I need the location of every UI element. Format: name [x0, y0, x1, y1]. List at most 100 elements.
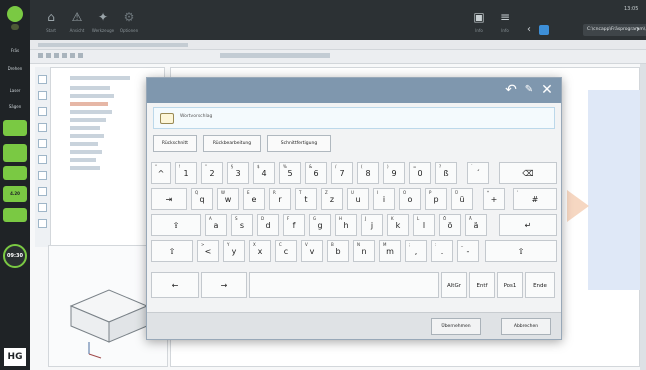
key-char-r3c2[interactable]: yY [223, 240, 245, 262]
toolbar-icon[interactable] [54, 53, 59, 58]
sidebar-green-tool-4[interactable] [3, 208, 27, 222]
key-tab-r1c0[interactable]: ⇥ [151, 188, 187, 210]
key-char-r1c9[interactable]: oO [399, 188, 421, 210]
settings-icon[interactable]: ⚙ [120, 8, 138, 26]
sidebar-badge-1[interactable]: 4.20 [3, 186, 27, 202]
key-char-r1c7[interactable]: uU [347, 188, 369, 210]
key-altgr-r4c3[interactable]: AltGr [441, 272, 467, 298]
key-char-r2c9[interactable]: lL [413, 214, 435, 236]
key-char-r2c2[interactable]: sS [231, 214, 253, 236]
key-space-r4c2[interactable] [249, 272, 439, 298]
next-arrow-icon[interactable]: › [636, 24, 640, 35]
key-char-r1c5[interactable]: tT [295, 188, 317, 210]
key-shift-r3c12[interactable]: ⇧ [485, 240, 557, 262]
tree-item[interactable] [70, 118, 106, 122]
key-char-r1c2[interactable]: wW [217, 188, 239, 210]
toolbar-icon[interactable] [62, 53, 67, 58]
cancel-button[interactable]: Abbrechen [501, 318, 551, 335]
machine-status-icon[interactable] [7, 6, 23, 22]
undo-icon[interactable]: ↶ [503, 81, 519, 99]
toolbar-view-icons[interactable] [220, 53, 330, 58]
tree-item[interactable] [70, 158, 96, 162]
toolbox-icon[interactable] [38, 91, 47, 100]
key-char-r3c6[interactable]: bB [327, 240, 349, 262]
key-char-r0c3[interactable]: 3 § [227, 162, 249, 184]
key-shift-r3c0[interactable]: ⇧ [151, 240, 193, 262]
key-char-r0c7[interactable]: 7/ [331, 162, 353, 184]
sidebar-green-tool-2[interactable] [3, 144, 27, 162]
warning-icon[interactable]: ⚠ [68, 8, 86, 26]
key-char-r0c9[interactable]: 9) [383, 162, 405, 184]
tree-item[interactable] [70, 94, 114, 98]
key-char-r2c6[interactable]: hH [335, 214, 357, 236]
key-char-r3c10[interactable]: .: [431, 240, 453, 262]
key-char-r0c4[interactable]: 4 $ [253, 162, 275, 184]
toolbox-icon[interactable] [38, 203, 47, 212]
home-icon[interactable]: ⌂ [42, 8, 60, 26]
key-char-r2c1[interactable]: aA [205, 214, 227, 236]
key-char-r2c3[interactable]: dD [257, 214, 279, 236]
sidebar-green-tool-1[interactable] [3, 120, 27, 136]
key-char-r3c11[interactable]: - _ [457, 240, 479, 262]
suggestion-button-2[interactable]: Schnittfertigung [267, 135, 331, 152]
sidebar-item-1[interactable]: Drehen [3, 62, 27, 76]
key-enter-r2c12[interactable]: ↵ [499, 214, 557, 236]
key-char-r1c3[interactable]: eE [243, 188, 265, 210]
toolbox-icon[interactable] [38, 75, 47, 84]
key-char-r0c10[interactable]: 0 = [409, 162, 431, 184]
key-char-r1c10[interactable]: pP [425, 188, 447, 210]
key-char-r0c11[interactable]: ß? [435, 162, 457, 184]
toolbox-icon[interactable] [38, 107, 47, 116]
key-caps-lock-r2c0[interactable]: ⇪ [151, 214, 201, 236]
key-char-r0c12[interactable]: ´ ` [467, 162, 489, 184]
key-char-r0c1[interactable]: 1! [175, 162, 197, 184]
apply-button[interactable]: Übernehmen [431, 318, 481, 335]
sidebar-green-tool-3[interactable] [3, 166, 27, 180]
tree-item[interactable] [70, 102, 108, 106]
key-backspace-r0c13[interactable]: ⌫ [499, 162, 557, 184]
tree-item[interactable] [70, 126, 100, 130]
toolbar-icon[interactable] [70, 53, 75, 58]
key-char-r2c5[interactable]: gG [309, 214, 331, 236]
key-char-r1c13[interactable]: # ' [513, 188, 557, 210]
tree-item[interactable] [70, 166, 100, 170]
key-char-r2c7[interactable]: jJ [361, 214, 383, 236]
keyboard-text-input[interactable]: Wortvorschlag [153, 107, 555, 129]
key-char-r1c6[interactable]: zZ [321, 188, 343, 210]
toolbox-icon[interactable] [38, 139, 47, 148]
toolbox-icon[interactable] [38, 171, 47, 180]
tree-item[interactable] [70, 142, 98, 146]
key-arrow-left-r4c0[interactable]: ← [151, 272, 199, 298]
key-char-r3c4[interactable]: cC [275, 240, 297, 262]
close-icon[interactable]: ✕ [539, 81, 555, 99]
sidebar-badge-2[interactable]: 09:30 [3, 244, 27, 268]
sidebar-item-2[interactable]: Laser [3, 84, 27, 98]
tree-item[interactable] [70, 110, 112, 114]
tree-item[interactable] [70, 134, 104, 138]
key-char-r0c5[interactable]: 5% [279, 162, 301, 184]
toolbar-icon[interactable] [46, 53, 51, 58]
key-char-r1c1[interactable]: qQ [191, 188, 213, 210]
key-arrow-right-r4c1[interactable]: → [201, 272, 247, 298]
key-char-r3c3[interactable]: xX [249, 240, 271, 262]
key-char-r1c12[interactable]: + * [483, 188, 505, 210]
key-char-r1c8[interactable]: iI [373, 188, 395, 210]
key-home-r4c5[interactable]: Pos1 [497, 272, 523, 298]
toolbar-icon[interactable] [38, 53, 43, 58]
tool-icon[interactable]: ✦ [94, 8, 112, 26]
document-icon[interactable]: ≡ [496, 8, 514, 26]
key-char-r0c6[interactable]: 6 & [305, 162, 327, 184]
key-char-r1c4[interactable]: rR [269, 188, 291, 210]
key-char-r2c8[interactable]: kK [387, 214, 409, 236]
tree-item[interactable] [70, 86, 110, 90]
key-char-r1c11[interactable]: üÜ [451, 188, 473, 210]
key-char-r3c8[interactable]: mM [379, 240, 401, 262]
tree-item[interactable] [70, 150, 102, 154]
sidebar-item-0[interactable]: Fräs [3, 44, 27, 58]
key-delete-r4c4[interactable]: Entf [469, 272, 495, 298]
key-char-r3c5[interactable]: vV [301, 240, 323, 262]
sidebar-item-3[interactable]: Sägen [3, 100, 27, 114]
key-char-r3c1[interactable]: < > [197, 240, 219, 262]
key-char-r3c9[interactable]: ,; [405, 240, 427, 262]
key-char-r2c11[interactable]: äÄ [465, 214, 487, 236]
